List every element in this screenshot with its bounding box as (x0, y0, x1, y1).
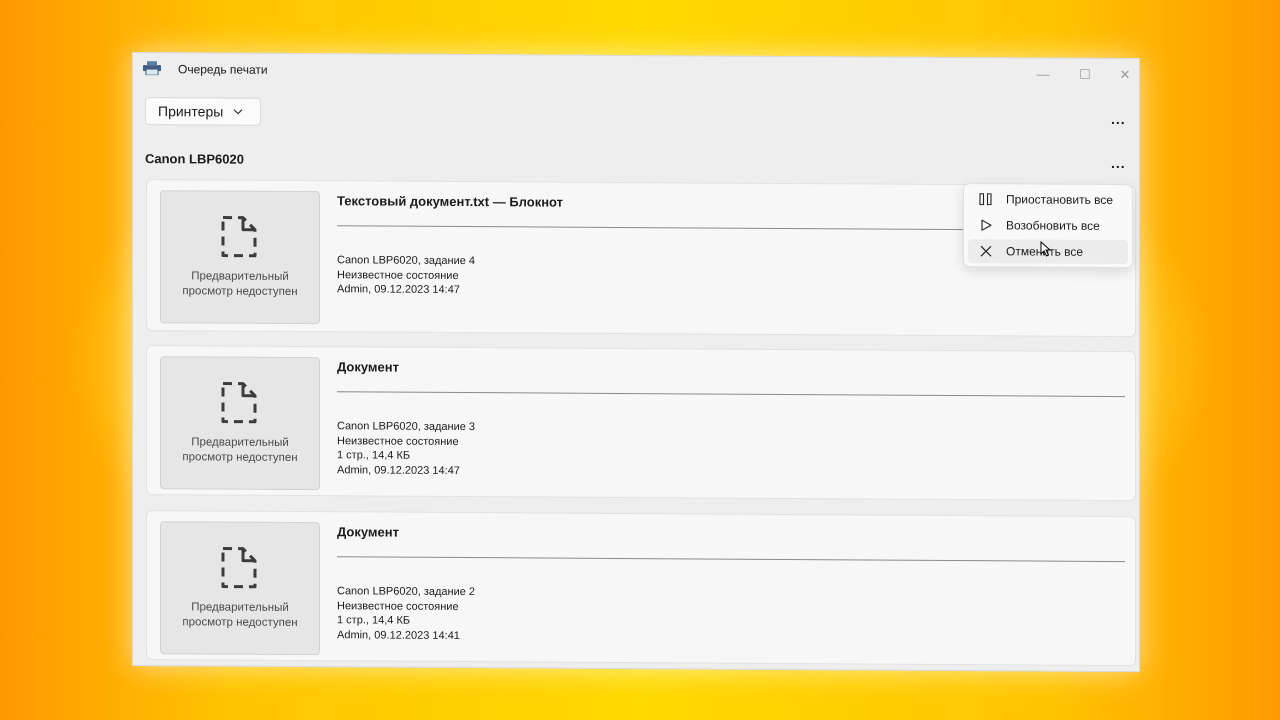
preview-placeholder: Предварительный просмотр недоступен (160, 521, 320, 656)
print-job-card[interactable]: Предварительный просмотр недоступен Доку… (146, 510, 1136, 667)
preview-unavailable-text: Предварительный просмотр недоступен (182, 601, 298, 630)
job-title: Документ (337, 524, 399, 540)
job-task: Canon LBP6020, задание 4 (337, 254, 476, 268)
job-owner-time: Admin, 09.12.2023 14:47 (337, 463, 460, 477)
printers-dropdown-label: Принтеры (158, 103, 224, 120)
job-pages-size: 1 стр., 14,4 КБ (337, 449, 411, 462)
menu-item-pause-all[interactable]: Приостановить все (968, 187, 1128, 212)
document-icon (221, 547, 257, 589)
job-status: Неизвестное состояние (337, 434, 459, 448)
job-task: Canon LBP6020, задание 3 (337, 420, 476, 434)
document-icon (221, 216, 257, 258)
print-job-card[interactable]: Предварительный просмотр недоступен Доку… (146, 345, 1136, 502)
job-status: Неизвестное состояние (337, 599, 459, 613)
printer-more-button[interactable]: ... (1111, 155, 1126, 171)
mouse-cursor-icon (1040, 241, 1052, 257)
preview-placeholder: Предварительный просмотр недоступен (160, 190, 320, 325)
job-owner-time: Admin, 09.12.2023 14:47 (337, 283, 460, 297)
job-progress-line (337, 391, 1125, 398)
close-window-button[interactable]: ✕ (1115, 67, 1135, 83)
job-title: Текстовый документ.txt — Блокнот (337, 193, 564, 210)
window-title: Очередь печати (178, 62, 268, 77)
preview-unavailable-text: Предварительный просмотр недоступен (182, 436, 298, 465)
job-owner-time: Admin, 09.12.2023 14:41 (337, 628, 460, 642)
menu-item-label: Приостановить все (1006, 192, 1114, 207)
minimize-button[interactable]: — (1033, 67, 1053, 82)
job-task: Canon LBP6020, задание 2 (337, 585, 476, 599)
job-title: Документ (337, 359, 399, 375)
menu-item-label: Возобновить все (1006, 218, 1100, 233)
job-details: Canon LBP6020, задание 2 Неизвестное сос… (337, 584, 475, 643)
preview-placeholder: Предварительный просмотр недоступен (160, 356, 320, 491)
more-options-button[interactable]: ... (1111, 111, 1126, 127)
document-icon (221, 382, 257, 424)
preview-unavailable-text: Предварительный просмотр недоступен (182, 270, 298, 299)
chevron-down-icon (233, 106, 243, 118)
maximize-button[interactable]: ☐ (1075, 67, 1095, 83)
menu-item-resume-all[interactable]: Возобновить все (968, 213, 1128, 238)
job-details: Canon LBP6020, задание 4 Неизвестное сос… (337, 253, 475, 297)
job-progress-line (337, 556, 1125, 563)
job-pages-size: 1 стр., 14,4 КБ (337, 614, 411, 627)
printers-dropdown[interactable]: Принтеры (145, 97, 261, 126)
pause-icon (976, 193, 996, 206)
job-status: Неизвестное состояние (337, 268, 459, 282)
printer-name: Canon LBP6020 (145, 151, 244, 167)
title-bar: Очередь печати — ☐ ✕ (133, 53, 1139, 93)
printer-icon (143, 61, 161, 76)
play-icon (976, 219, 996, 231)
close-icon (976, 245, 996, 257)
print-queue-window: Очередь печати — ☐ ✕ Принтеры ... Canon … (132, 52, 1140, 673)
job-details: Canon LBP6020, задание 3 Неизвестное сос… (337, 419, 475, 478)
